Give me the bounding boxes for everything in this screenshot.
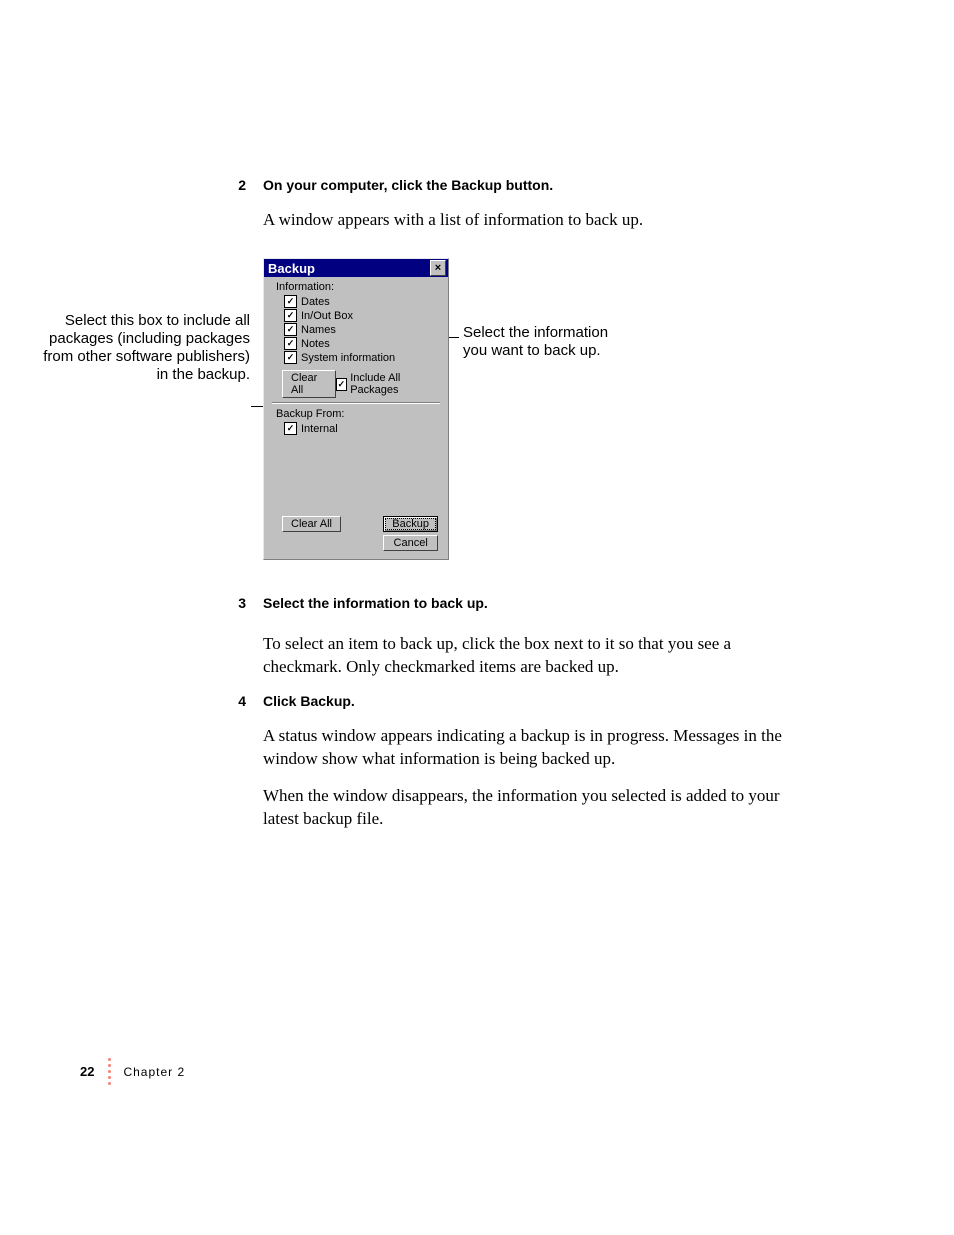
checkbox-label: System information bbox=[301, 352, 395, 364]
checkbox-dates[interactable] bbox=[284, 295, 297, 308]
checkbox-notes[interactable] bbox=[284, 337, 297, 350]
checkbox-row-notes[interactable]: Notes bbox=[284, 337, 448, 350]
step-number-2: 2 bbox=[228, 177, 246, 193]
dialog-titlebar: Backup × bbox=[264, 259, 448, 277]
clear-all-button-bottom[interactable]: Clear All bbox=[282, 516, 341, 532]
checkbox-include-packages[interactable] bbox=[336, 378, 348, 391]
include-all-packages[interactable]: Include All Packages bbox=[336, 372, 438, 396]
close-button[interactable]: × bbox=[430, 260, 446, 276]
checkbox-label: Names bbox=[301, 324, 336, 336]
checkbox-inout[interactable] bbox=[284, 309, 297, 322]
checkbox-label: Dates bbox=[301, 296, 330, 308]
step-4-title: Click Backup. bbox=[263, 693, 355, 709]
step-3-body: To select an item to back up, click the … bbox=[263, 633, 803, 679]
dialog-title: Backup bbox=[268, 261, 315, 276]
checkbox-label: Internal bbox=[301, 423, 338, 435]
checkbox-names[interactable] bbox=[284, 323, 297, 336]
footer-dots-icon bbox=[108, 1058, 111, 1085]
information-label: Information: bbox=[276, 281, 448, 293]
checkbox-row-internal[interactable]: Internal bbox=[284, 422, 448, 435]
step-number-4: 4 bbox=[228, 693, 246, 709]
divider bbox=[272, 402, 440, 404]
checkbox-sysinfo[interactable] bbox=[284, 351, 297, 364]
step-4-body-1: A status window appears indicating a bac… bbox=[263, 725, 803, 771]
clear-all-button-top[interactable]: Clear All bbox=[282, 370, 336, 398]
checkbox-row-names[interactable]: Names bbox=[284, 323, 448, 336]
backup-from-label: Backup From: bbox=[276, 408, 448, 420]
page-footer: 22 Chapter 2 bbox=[80, 1058, 185, 1085]
callout-right: Select the information you want to back … bbox=[463, 324, 633, 360]
step-2-title: On your computer, click the Backup butto… bbox=[263, 177, 553, 193]
page-number: 22 bbox=[80, 1064, 94, 1079]
checkbox-row-inout[interactable]: In/Out Box bbox=[284, 309, 448, 322]
checkbox-row-dates[interactable]: Dates bbox=[284, 295, 448, 308]
step-2-body: A window appears with a list of informat… bbox=[263, 209, 803, 232]
checkbox-label: In/Out Box bbox=[301, 310, 353, 322]
include-packages-label: Include All Packages bbox=[350, 372, 438, 396]
checkbox-internal[interactable] bbox=[284, 422, 297, 435]
backup-button[interactable]: Backup bbox=[383, 516, 438, 532]
step-3-title: Select the information to back up. bbox=[263, 595, 488, 611]
backup-dialog: Backup × Information: Dates In/Out Box N… bbox=[263, 258, 449, 560]
checkbox-label: Notes bbox=[301, 338, 330, 350]
checkbox-row-sysinfo[interactable]: System information bbox=[284, 351, 448, 364]
step-number-3: 3 bbox=[228, 595, 246, 611]
cancel-button[interactable]: Cancel bbox=[383, 535, 438, 551]
callout-left: Select this box to include all packages … bbox=[40, 312, 250, 384]
chapter-label: Chapter 2 bbox=[123, 1065, 185, 1079]
step-4-body-2: When the window disappears, the informat… bbox=[263, 785, 803, 831]
